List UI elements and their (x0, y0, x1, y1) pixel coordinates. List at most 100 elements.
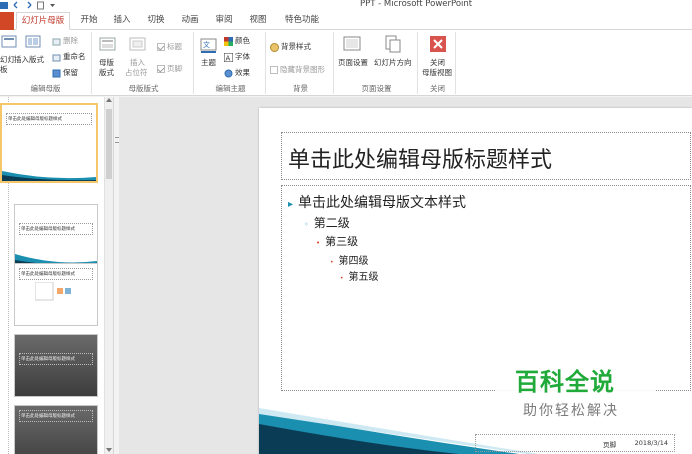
scroll-down-icon[interactable] (106, 448, 112, 452)
background-styles-icon (270, 42, 279, 52)
close-master-button[interactable]: 关闭 (430, 58, 445, 68)
background-styles-button[interactable]: 背景样式 (270, 42, 311, 52)
group-page-setup: 页面设置 幻灯片方向 页面设置 (336, 32, 418, 94)
text-level-2: ◦ 第二级 (304, 216, 350, 230)
title-check-icon (157, 43, 165, 51)
rename-button[interactable]: 重命名 (52, 52, 86, 62)
thumbnail-master[interactable]: 单击此处编辑母版标题样式 (0, 103, 98, 183)
master-layout-button[interactable]: 母版 (99, 58, 114, 68)
slide-title: 单击此处编辑母版标题样式 (288, 148, 553, 173)
themes-button[interactable]: 主题 (201, 58, 216, 68)
thumbnail-layout[interactable]: 单击此处编辑母版标题样式 (14, 263, 98, 326)
text-level-1: ▸ 单击此处编辑母版文本样式 (288, 195, 467, 211)
dot-bullet-icon: • (340, 275, 344, 282)
thumbnail-layout[interactable]: 单击此处编辑母版标题样式 (14, 204, 98, 267)
watermark-title: 百科全说 (515, 368, 615, 396)
hide-background-check-icon (270, 66, 278, 74)
footer-label: 页脚 (603, 441, 616, 449)
effects-icon (224, 69, 233, 77)
delete-button[interactable]: 删除 (52, 36, 78, 46)
themes-icon: 文 (200, 38, 217, 53)
thumbnail-title: 单击此处编辑母版标题样式 (19, 268, 93, 280)
thumbnail-content-icon (35, 282, 71, 301)
tab-insert[interactable]: 插入 (110, 12, 134, 30)
text-level-4: • 第四级 (330, 256, 369, 267)
delete-icon (52, 38, 61, 45)
redo-icon[interactable] (24, 1, 33, 10)
ribbon-tabs: 幻灯片母版 开始 插入 切换 动画 审阅 视图 特色功能 (0, 11, 692, 30)
footer-placeholder[interactable]: 页脚 2018/3/14 (475, 434, 675, 452)
insert-slide-master-button[interactable]: 幻灯 (0, 55, 15, 65)
title-placeholder[interactable]: 单击此处编辑母版标题样式 (281, 132, 691, 180)
page-setup-button[interactable]: 页面设置 (338, 58, 368, 68)
quick-access-toolbar (0, 0, 57, 11)
thumbnail-scrollbar[interactable] (104, 97, 113, 454)
footer-date: 2018/3/14 (634, 439, 668, 447)
group-edit-master: 幻灯 板 插入版式 删除 重命名 保留 编辑母版 (0, 32, 92, 94)
group-label-master-layout: 母版版式 (128, 84, 159, 93)
tab-special[interactable]: 特色功能 (282, 12, 322, 30)
tab-transitions[interactable]: 切换 (144, 12, 168, 30)
colors-button[interactable]: 颜色 (224, 36, 250, 46)
thumbnail-title: 单击此处编辑母版标题样式 (19, 353, 93, 365)
title-bar: PPT - Microsoft PowerPoint (0, 0, 692, 11)
insert-slide-master-icon (1, 35, 17, 48)
tab-view[interactable]: 视图 (246, 12, 270, 30)
colors-icon (224, 36, 233, 46)
insert-placeholder-icon (129, 37, 146, 51)
dot-bullet-icon: • (330, 259, 334, 266)
tab-slide-master[interactable]: 幻灯片母版 (16, 12, 70, 30)
svg-text:文: 文 (203, 40, 210, 49)
watermark-subtitle: 助你轻松解决 (523, 403, 619, 419)
thumbnail-pane: 单击此处编辑母版标题样式 单击此处编辑母版标题样式 单击此处编辑母版标题样式 单… (0, 97, 105, 454)
tab-file[interactable] (0, 12, 14, 30)
undo-icon[interactable] (12, 1, 21, 10)
insert-layout-button[interactable]: 插入版式 (14, 55, 44, 65)
slide-orientation-button[interactable]: 幻灯片方向 (374, 58, 412, 68)
thumbnail-title: 单击此处编辑母版标题样式 (19, 410, 93, 422)
preserve-button[interactable]: 保留 (52, 68, 78, 78)
thumbnail-title: 单击此处编辑母版标题样式 (6, 113, 92, 125)
thumbnail-layout[interactable]: 单击此处编辑母版标题样式 (14, 334, 98, 397)
page-setup-icon (343, 36, 361, 51)
footers-check-icon (157, 65, 165, 73)
circle-bullet-icon: ◦ (304, 220, 309, 229)
slide-orientation-icon (385, 35, 401, 53)
title-checkbox[interactable]: 标题 (157, 42, 182, 52)
thumbnail-layout[interactable]: 单击此处编辑母版标题样式 (14, 405, 98, 454)
hide-background-checkbox[interactable]: 隐藏背景图形 (270, 65, 325, 75)
group-label-edit-master: 编辑母版 (30, 84, 61, 93)
group-edit-theme: 文 主题 颜色 A 字体 效果 编辑主题 (196, 32, 266, 94)
close-master-icon (430, 36, 446, 52)
svg-text:A: A (226, 54, 231, 62)
tab-animations[interactable]: 动画 (178, 12, 202, 30)
text-level-5: • 第五级 (340, 272, 379, 283)
master-layout-icon (99, 37, 116, 51)
insert-layout-icon (25, 35, 41, 48)
window-title: PPT - Microsoft PowerPoint (360, 0, 473, 9)
fonts-icon: A (224, 52, 233, 62)
group-master-layout: 母版 版式 插入 占位符 标题 页脚 母版版式 (94, 32, 194, 94)
thumbnail-wave (2, 171, 96, 181)
group-label-page-setup: 页面设置 (361, 84, 392, 93)
master-layout-label2: 版式 (99, 68, 114, 77)
footers-checkbox[interactable]: 页脚 (157, 64, 182, 74)
insert-slide-master-label2: 板 (0, 65, 8, 74)
ribbon: 幻灯 板 插入版式 删除 重命名 保留 编辑母版 母版 版式 插入 占位符 标题… (0, 30, 692, 96)
customize-qat-icon[interactable] (48, 1, 57, 10)
triangle-bullet-icon: ▸ (288, 199, 294, 210)
new-doc-icon[interactable] (36, 1, 45, 10)
group-label-edit-theme: 编辑主题 (215, 84, 246, 93)
insert-placeholder-button[interactable]: 插入 (130, 58, 145, 68)
watermark: 百科全说 助你轻松解决 (495, 358, 655, 428)
effects-button[interactable]: 效果 (224, 68, 250, 78)
group-background: 背景样式 隐藏背景图形 背景 (268, 32, 334, 94)
group-label-background: 背景 (293, 84, 308, 93)
scroll-up-icon[interactable] (106, 98, 112, 102)
app-icon[interactable] (0, 1, 9, 10)
dot-bullet-icon: • (316, 239, 321, 247)
tab-home[interactable]: 开始 (76, 12, 102, 30)
tab-review[interactable]: 审阅 (212, 12, 236, 30)
fonts-button[interactable]: A 字体 (224, 52, 250, 62)
scroll-thumb[interactable] (106, 109, 112, 179)
